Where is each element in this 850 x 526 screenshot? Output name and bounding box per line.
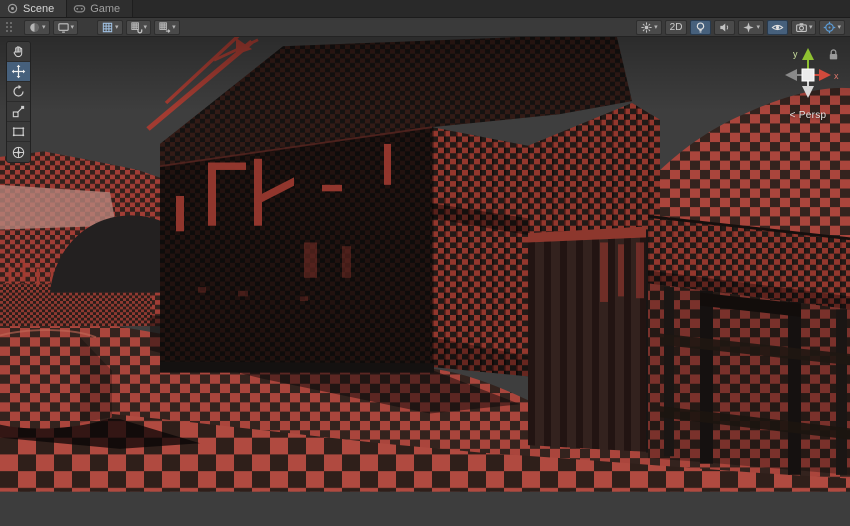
- debug-mode-dropdown[interactable]: ▾: [636, 20, 662, 35]
- scene-viewport[interactable]: y x < Persp: [0, 37, 850, 526]
- dropdown-caret-icon: ▾: [144, 24, 148, 31]
- unity-scene-view-window: Scene Game ▾: [0, 0, 850, 526]
- dropdown-caret-icon: ▾: [42, 24, 46, 31]
- grid-move-icon: [158, 21, 171, 34]
- lock-icon[interactable]: [827, 48, 840, 66]
- gizmos-dropdown[interactable]: ▾: [819, 20, 845, 35]
- crosshair-icon: [823, 21, 836, 34]
- rect-icon: [11, 124, 26, 139]
- 2d-label: 2D: [669, 22, 684, 33]
- tab-game[interactable]: Game: [67, 0, 133, 17]
- shaded-sphere-icon: [28, 21, 41, 34]
- hand-icon: [11, 44, 26, 59]
- fence-shade: [648, 283, 850, 475]
- side-wall-planks: [432, 127, 528, 376]
- draw-mode-group: ▾ ▾: [24, 20, 78, 35]
- camera-dropdown[interactable]: ▾: [791, 20, 817, 35]
- rotate-icon: [11, 84, 26, 99]
- scene-render: [0, 37, 850, 526]
- 2d-toggle[interactable]: 2D: [665, 20, 688, 35]
- gizmo-y-label: y: [793, 49, 798, 59]
- camera-icon: [795, 21, 808, 34]
- scale-tool-button[interactable]: [7, 102, 30, 122]
- dropdown-caret-icon: ▾: [71, 24, 75, 31]
- tab-game-label: Game: [90, 3, 120, 15]
- grid-visibility-dropdown[interactable]: ▾: [97, 20, 123, 35]
- gizmo-x-label: x: [834, 71, 839, 81]
- gizmo-center-cube[interactable]: [802, 69, 814, 81]
- view-tab-bar: Scene Game: [0, 0, 850, 18]
- rotate-tool-button[interactable]: [7, 82, 30, 102]
- sparkle-icon: [742, 21, 755, 34]
- dropdown-caret-icon: ▾: [172, 24, 176, 31]
- audio-toggle[interactable]: [714, 20, 735, 35]
- leanto-red-slats: [600, 242, 644, 301]
- view-tool-button[interactable]: [7, 42, 30, 62]
- grid-snap-dropdown[interactable]: ▾: [126, 20, 152, 35]
- grid-magnet-icon: [130, 21, 143, 34]
- bulb-icon: [694, 21, 707, 34]
- effects-dropdown[interactable]: ▾: [738, 20, 764, 35]
- shading-mode-dropdown[interactable]: ▾: [24, 20, 50, 35]
- monitor-icon: [57, 21, 70, 34]
- top-vignette: [0, 37, 850, 111]
- flare-icon: [640, 21, 653, 34]
- transform-icon: [11, 145, 26, 160]
- scene-tab-icon: [6, 2, 19, 15]
- eye-icon: [771, 21, 784, 34]
- gizmo-neg-y-cone[interactable]: [802, 86, 814, 98]
- dropdown-caret-icon: ▾: [809, 24, 813, 31]
- dropdown-caret-icon: ▾: [654, 24, 658, 31]
- move-tool-button[interactable]: [7, 62, 30, 82]
- game-tab-icon: [73, 2, 86, 15]
- transform-tool-button[interactable]: [7, 142, 30, 162]
- view-options-dropdown[interactable]: ▾: [53, 20, 79, 35]
- speaker-icon: [718, 21, 731, 34]
- rect-tool-button[interactable]: [7, 122, 30, 142]
- snap-increment-dropdown[interactable]: ▾: [154, 20, 180, 35]
- lighting-toggle[interactable]: [690, 20, 711, 35]
- scene-view-toolbar: ▾ ▾ ▾ ▾: [0, 18, 850, 37]
- building-facade-shade: [160, 127, 432, 367]
- tab-scene-label: Scene: [23, 3, 54, 15]
- dropdown-caret-icon: ▾: [756, 24, 760, 31]
- grid-snap-group: ▾ ▾ ▾: [97, 20, 180, 35]
- gizmo-x-cone[interactable]: [819, 69, 831, 81]
- view-toggles-group: ▾ 2D ▾: [636, 20, 845, 35]
- dropdown-caret-icon: ▾: [837, 24, 841, 31]
- dropdown-caret-icon: ▾: [115, 24, 119, 31]
- gizmo-neg-x-cone[interactable]: [785, 69, 797, 81]
- tools-overlay: [6, 41, 31, 163]
- move-icon: [11, 64, 26, 79]
- gizmo-y-cone[interactable]: [802, 48, 814, 60]
- scale-icon: [11, 104, 26, 119]
- grid-icon: [101, 21, 114, 34]
- building-base: [160, 361, 434, 372]
- tab-scene[interactable]: Scene: [0, 0, 67, 17]
- scene-visibility-toggle[interactable]: [767, 20, 788, 35]
- overlay-handle-icon[interactable]: [5, 21, 13, 33]
- projection-label[interactable]: < Persp: [768, 110, 848, 121]
